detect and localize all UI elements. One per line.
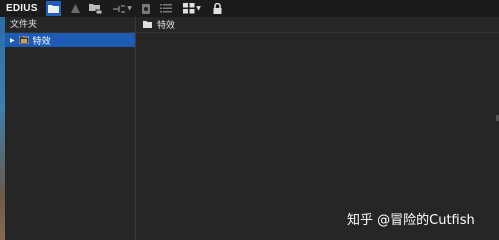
folder-network-icon: [89, 4, 103, 14]
open-folder-button[interactable]: [89, 1, 103, 16]
list-view-icon: [160, 4, 172, 13]
parent-folder-button[interactable]: [70, 1, 80, 16]
expand-arrow-icon[interactable]: ▶: [10, 37, 15, 44]
chevron-down-icon: ▼: [196, 5, 201, 12]
bin-button[interactable]: [141, 1, 151, 16]
lock-button[interactable]: [212, 1, 222, 16]
folder-tree-label: 特效: [32, 36, 51, 47]
current-path-label: 特效: [157, 21, 176, 31]
grid-view-button[interactable]: ▼: [181, 1, 203, 16]
lock-icon: [213, 3, 221, 14]
bin-icon: [142, 4, 150, 14]
connect-button[interactable]: ▼: [112, 1, 132, 16]
folder-tree-item[interactable]: ▶ 特效: [5, 33, 135, 47]
folder-view-button[interactable]: [46, 1, 61, 16]
clip-content-panel: 特效: [136, 17, 499, 240]
folder-icon: [143, 21, 152, 28]
list-view-button[interactable]: [160, 1, 172, 16]
folder-icon: [48, 5, 59, 13]
connect-dropdown-icon: [113, 4, 126, 13]
up-triangle-icon: [70, 4, 80, 13]
folder-icon: [18, 36, 29, 44]
current-path-bar: 特效: [136, 17, 499, 33]
chevron-down-icon: ▼: [127, 5, 132, 12]
watermark-text: 知乎 @冒险的Cutfish: [347, 213, 475, 228]
grid-view-icon: [183, 3, 195, 14]
app-brand: EDIUS: [6, 3, 38, 14]
toolbar: EDIUS ▼ ▼: [0, 0, 499, 17]
folder-panel-header: 文件夹: [5, 17, 135, 33]
folder-panel: 文件夹 ▶ 特效: [5, 17, 136, 240]
